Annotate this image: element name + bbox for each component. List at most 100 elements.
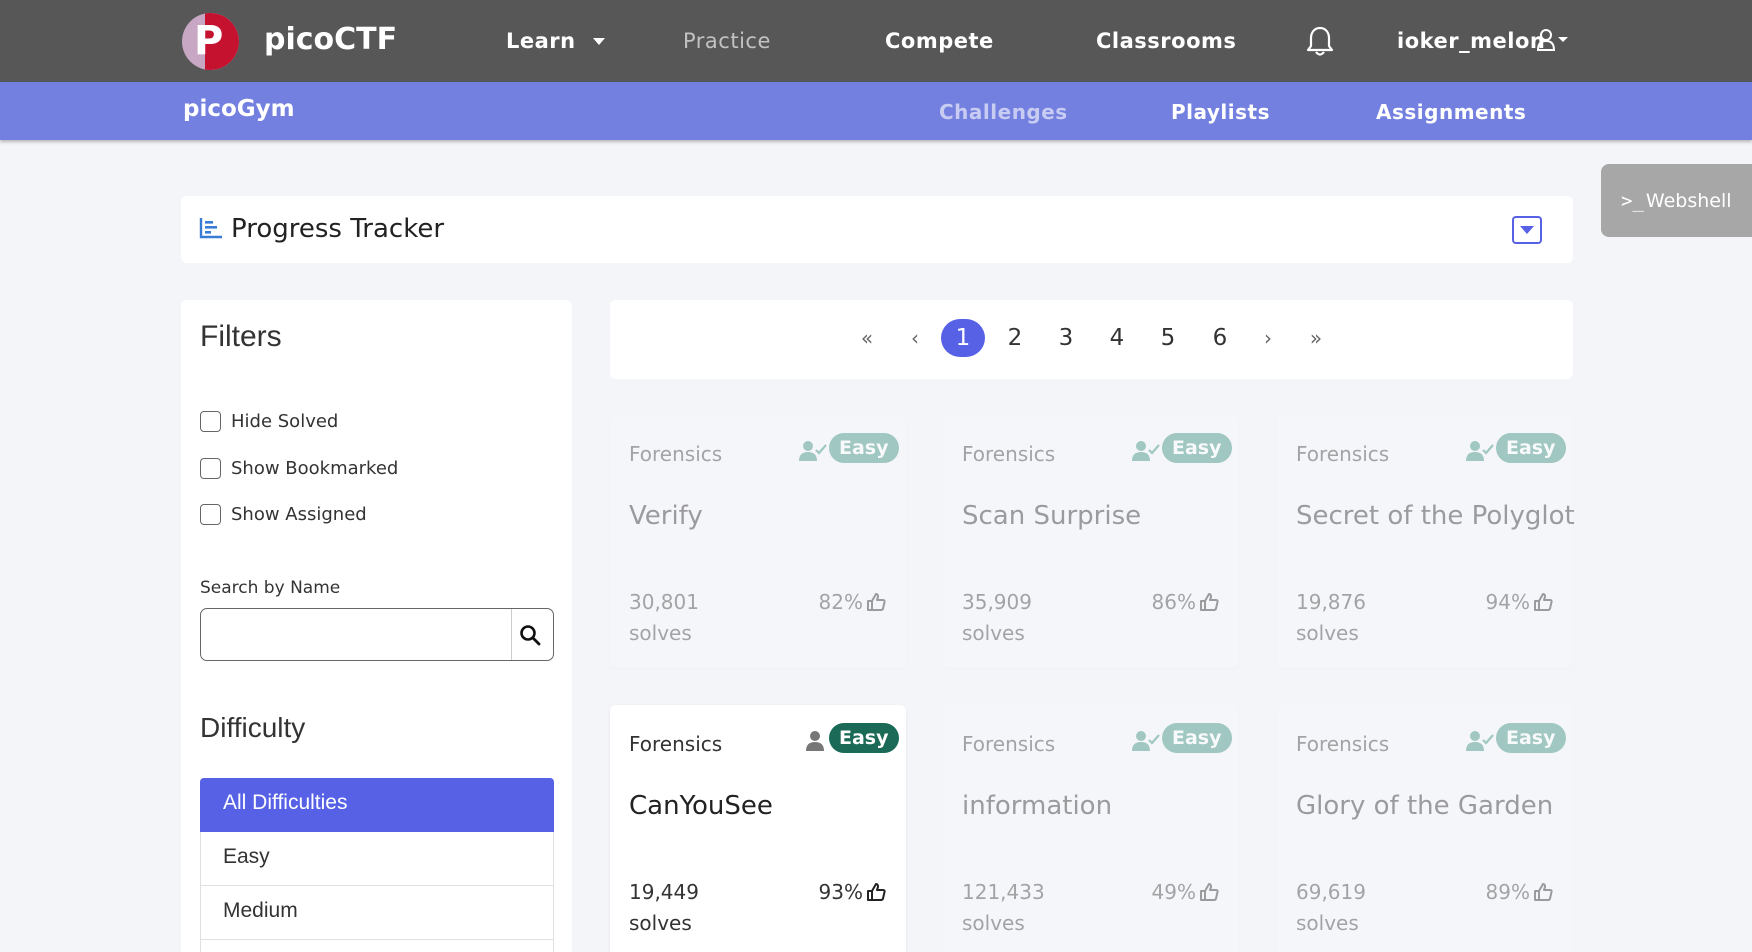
difficulty-badge: Easy bbox=[829, 433, 899, 463]
bell-icon[interactable] bbox=[1306, 25, 1334, 57]
challenge-card[interactable]: Forensics Easy information 121,433 solve… bbox=[943, 705, 1239, 952]
like-percent: 49% bbox=[1151, 880, 1196, 904]
solve-count: 121,433 solves bbox=[962, 877, 1082, 939]
checkbox-box[interactable] bbox=[200, 411, 221, 432]
picogym-brand[interactable]: picoGym bbox=[183, 96, 295, 122]
challenge-category: Forensics bbox=[962, 442, 1056, 466]
search-divider bbox=[511, 609, 512, 660]
solve-label: solves bbox=[1296, 911, 1359, 935]
solve-number: 30,801 bbox=[629, 590, 699, 614]
nav-learn[interactable]: Learn bbox=[506, 29, 576, 53]
filters-title: Filters bbox=[200, 320, 282, 353]
page-5-button[interactable]: 5 bbox=[1146, 319, 1190, 357]
difficulty-badge: Easy bbox=[1496, 723, 1566, 753]
search-label: Search by Name bbox=[200, 578, 341, 598]
like-percent: 86% bbox=[1151, 590, 1196, 614]
subnav-assignments[interactable]: Assignments bbox=[1376, 100, 1526, 124]
challenge-category: Forensics bbox=[1296, 442, 1390, 466]
thumbs-up-icon bbox=[1534, 883, 1553, 901]
brand-name[interactable]: picoCTF bbox=[264, 22, 397, 57]
difficulty-all[interactable]: All Difficulties bbox=[200, 778, 554, 832]
challenge-category: Forensics bbox=[962, 732, 1056, 756]
like-rate: 89% bbox=[1486, 880, 1553, 904]
filters-panel: Filters Hide Solved Show Bookmarked Show… bbox=[181, 300, 572, 952]
challenge-category: Forensics bbox=[1296, 732, 1390, 756]
prev-page-button[interactable]: ‹ bbox=[893, 319, 937, 357]
webshell-button[interactable]: >_ Webshell bbox=[1601, 164, 1752, 237]
difficulty-badge: Easy bbox=[1496, 433, 1566, 463]
solve-count: 69,619 solves bbox=[1296, 877, 1416, 939]
checkbox-box[interactable] bbox=[200, 504, 221, 525]
like-rate: 86% bbox=[1152, 590, 1219, 614]
solve-number: 19,876 bbox=[1296, 590, 1366, 614]
thumbs-up-icon bbox=[1200, 883, 1219, 901]
page-2-button[interactable]: 2 bbox=[993, 319, 1037, 357]
user-check-icon bbox=[1466, 730, 1494, 757]
first-page-button[interactable]: « bbox=[845, 319, 889, 357]
solve-count: 30,801 solves bbox=[629, 587, 749, 649]
thumbs-up-icon bbox=[867, 883, 886, 901]
like-percent: 89% bbox=[1485, 880, 1530, 904]
difficulty-title: Difficulty bbox=[200, 712, 306, 743]
challenge-name: Scan Surprise bbox=[962, 501, 1142, 531]
like-rate: 93% bbox=[819, 880, 886, 904]
challenge-card[interactable]: Forensics Easy Secret of the Polyglot 19… bbox=[1277, 415, 1575, 668]
page-6-button[interactable]: 6 bbox=[1198, 319, 1242, 357]
solve-label: solves bbox=[962, 911, 1025, 935]
solve-count: 19,449 solves bbox=[629, 877, 749, 939]
nav-practice[interactable]: Practice bbox=[683, 29, 771, 53]
picoctf-logo[interactable]: P bbox=[182, 13, 239, 70]
show-bookmarked-checkbox[interactable]: Show Bookmarked bbox=[200, 458, 398, 479]
username[interactable]: ioker_melon bbox=[1397, 29, 1545, 53]
thumbs-up-icon bbox=[1200, 593, 1219, 611]
picogym-subnav: picoGym Challenges Playlists Assignments bbox=[0, 82, 1752, 140]
challenge-card[interactable]: Forensics Easy CanYouSee 19,449 solves 9… bbox=[610, 705, 906, 952]
difficulty-easy[interactable]: Easy bbox=[200, 832, 554, 886]
page-3-button[interactable]: 3 bbox=[1044, 319, 1088, 357]
bar-chart-icon bbox=[199, 218, 222, 239]
challenge-category: Forensics bbox=[629, 442, 723, 466]
challenge-name: information bbox=[962, 791, 1113, 821]
difficulty-medium[interactable]: Medium bbox=[200, 886, 554, 940]
chevron-down-icon[interactable] bbox=[593, 38, 605, 45]
page-1-button[interactable]: 1 bbox=[941, 319, 985, 357]
challenge-card[interactable]: Forensics Easy Glory of the Garden 69,61… bbox=[1277, 705, 1573, 952]
last-page-button[interactable]: » bbox=[1294, 319, 1338, 357]
user-check-icon bbox=[1466, 440, 1494, 467]
challenge-card[interactable]: Forensics Easy Verify 30,801 solves 82% bbox=[610, 415, 906, 668]
show-assigned-checkbox[interactable]: Show Assigned bbox=[200, 504, 367, 525]
solve-count: 35,909 solves bbox=[962, 587, 1082, 649]
nav-classrooms[interactable]: Classrooms bbox=[1096, 29, 1236, 53]
subnav-challenges[interactable]: Challenges bbox=[939, 100, 1068, 124]
user-check-icon bbox=[799, 440, 827, 467]
like-percent: 82% bbox=[818, 590, 863, 614]
difficulty-badge: Easy bbox=[1162, 723, 1232, 753]
search-input[interactable] bbox=[200, 608, 554, 661]
next-page-button[interactable]: › bbox=[1246, 319, 1290, 357]
difficulty-list: All Difficulties Easy Medium bbox=[200, 778, 554, 952]
difficulty-badge: Easy bbox=[829, 723, 899, 753]
user-menu-icon[interactable] bbox=[1537, 28, 1571, 52]
terminal-icon: >_ bbox=[1621, 189, 1644, 212]
page-4-button[interactable]: 4 bbox=[1095, 319, 1139, 357]
hide-solved-checkbox[interactable]: Hide Solved bbox=[200, 411, 338, 432]
search-icon[interactable] bbox=[519, 624, 541, 646]
pagination: « ‹ 1 2 3 4 5 6 › » bbox=[610, 300, 1573, 379]
difficulty-next[interactable] bbox=[200, 940, 554, 952]
challenge-name: Secret of the Polyglot bbox=[1296, 501, 1575, 531]
challenge-card[interactable]: Forensics Easy Scan Surprise 35,909 solv… bbox=[943, 415, 1239, 668]
like-percent: 93% bbox=[818, 880, 863, 904]
solve-label: solves bbox=[629, 911, 692, 935]
expand-tracker-button[interactable] bbox=[1512, 216, 1542, 244]
solve-number: 35,909 bbox=[962, 590, 1032, 614]
solve-count: 19,876 solves bbox=[1296, 587, 1416, 649]
challenge-category: Forensics bbox=[629, 732, 723, 756]
user-icon bbox=[806, 730, 824, 757]
webshell-label: Webshell bbox=[1645, 189, 1732, 212]
subnav-playlists[interactable]: Playlists bbox=[1171, 100, 1270, 124]
checkbox-box[interactable] bbox=[200, 458, 221, 479]
solve-number: 121,433 bbox=[962, 880, 1045, 904]
nav-compete[interactable]: Compete bbox=[885, 29, 994, 53]
challenge-name: Glory of the Garden bbox=[1296, 791, 1554, 821]
user-check-icon bbox=[1132, 730, 1160, 757]
